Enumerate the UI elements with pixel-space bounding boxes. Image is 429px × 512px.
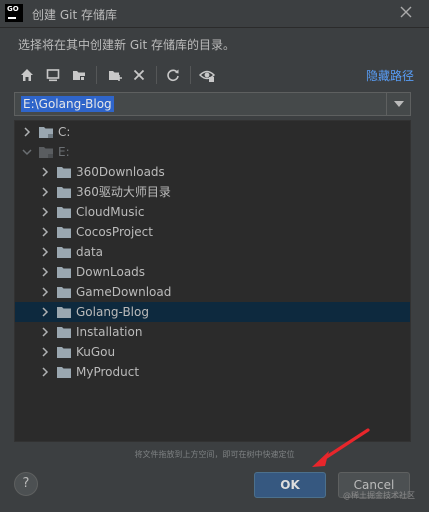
toolbar-separator	[190, 66, 191, 84]
tree-folder-row[interactable]: Installation	[15, 322, 410, 342]
folder-icon	[57, 327, 71, 338]
tree-node-label: 360Downloads	[76, 165, 165, 179]
folder-icon	[57, 347, 71, 358]
desktop-icon[interactable]	[42, 64, 64, 86]
path-combobox[interactable]: E:\Golang-Blog	[14, 92, 411, 116]
tree-folder-row[interactable]: CloudMusic	[15, 202, 410, 222]
tree-node-label: KuGou	[76, 345, 116, 359]
annotation-arrow-icon	[312, 428, 370, 467]
tree-node-label: CocosProject	[76, 225, 153, 239]
tree-folder-row[interactable]: CocosProject	[15, 222, 410, 242]
refresh-icon[interactable]	[162, 64, 184, 86]
home-icon[interactable]	[16, 64, 38, 86]
chevron-down-icon[interactable]	[386, 93, 410, 115]
chevron-right-icon[interactable]	[39, 166, 51, 178]
tree-folder-row[interactable]: 360Downloads	[15, 162, 410, 182]
tree-folder-row[interactable]: 360驱动大师目录	[15, 182, 410, 202]
folder-icon	[57, 287, 71, 298]
tree-node-label: MyProduct	[76, 365, 140, 379]
drive-icon	[39, 127, 53, 138]
drive-icon	[39, 147, 53, 158]
close-icon[interactable]	[397, 4, 415, 22]
folder-icon	[57, 227, 71, 238]
tree-node-label: E:	[58, 145, 70, 159]
toolbar-separator	[96, 66, 97, 84]
chevron-right-icon[interactable]	[39, 226, 51, 238]
chevron-right-icon[interactable]	[39, 286, 51, 298]
hide-path-link[interactable]: 隐藏路径	[366, 67, 414, 84]
tree-node-label: data	[76, 245, 104, 259]
tree-node-label: C:	[58, 125, 71, 139]
tree-folder-row[interactable]: KuGou	[15, 342, 410, 362]
tree-drive-row[interactable]: C:	[15, 122, 410, 142]
tree-folder-row[interactable]: Golang-Blog	[15, 302, 410, 322]
chevron-right-icon[interactable]	[39, 346, 51, 358]
tree-node-label: GameDownload	[76, 285, 172, 299]
show-hidden-icon[interactable]	[196, 64, 218, 86]
folder-icon	[57, 187, 71, 198]
tree-folder-row[interactable]: GameDownload	[15, 282, 410, 302]
path-input[interactable]: E:\Golang-Blog	[21, 96, 114, 112]
chevron-right-icon[interactable]	[39, 326, 51, 338]
folder-icon	[57, 167, 71, 178]
chevron-right-icon[interactable]	[39, 266, 51, 278]
chevron-right-icon[interactable]	[21, 126, 33, 138]
tree-drive-row[interactable]: E:	[15, 142, 410, 162]
dialog-description: 选择将在其中创建新 Git 存储库的目录。	[18, 38, 235, 52]
app-icon-label: GO	[7, 5, 19, 13]
tree-folder-row[interactable]: DownLoads	[15, 262, 410, 282]
chevron-right-icon[interactable]	[39, 186, 51, 198]
tree-folder-row[interactable]: MyProduct	[15, 362, 410, 382]
chevron-right-icon[interactable]	[39, 246, 51, 258]
chevron-right-icon[interactable]	[39, 206, 51, 218]
chevron-right-icon[interactable]	[39, 366, 51, 378]
tree-node-label: CloudMusic	[76, 205, 145, 219]
folder-icon	[57, 207, 71, 218]
watermark: @稀土掘金技术社区	[343, 491, 415, 500]
project-folder-icon[interactable]	[68, 64, 90, 86]
chevron-down-icon[interactable]	[21, 146, 33, 158]
goland-app-icon: GO	[5, 4, 23, 22]
new-folder-icon[interactable]	[104, 64, 126, 86]
tree-node-label: DownLoads	[76, 265, 146, 279]
directory-tree[interactable]: C: E: 360Downloads 360驱动大师目录 CloudMusic Cocos…	[14, 120, 411, 442]
file-chooser-toolbar: 隐藏路径	[14, 62, 414, 88]
folder-icon	[57, 247, 71, 258]
tree-node-label: 360驱动大师目录	[76, 185, 171, 199]
folder-icon	[57, 367, 71, 378]
delete-icon[interactable]	[128, 64, 150, 86]
tree-node-label: Installation	[76, 325, 143, 339]
chevron-right-icon[interactable]	[39, 306, 51, 318]
dialog-title: 创建 Git 存储库	[32, 8, 117, 22]
toolbar-separator	[156, 66, 157, 84]
tree-folder-row[interactable]: data	[15, 242, 410, 262]
folder-icon	[57, 307, 71, 318]
folder-icon	[57, 267, 71, 278]
title-bar: GO 创建 Git 存储库	[0, 0, 429, 28]
tree-node-label: Golang-Blog	[76, 305, 149, 319]
help-button[interactable]: ?	[14, 472, 38, 496]
